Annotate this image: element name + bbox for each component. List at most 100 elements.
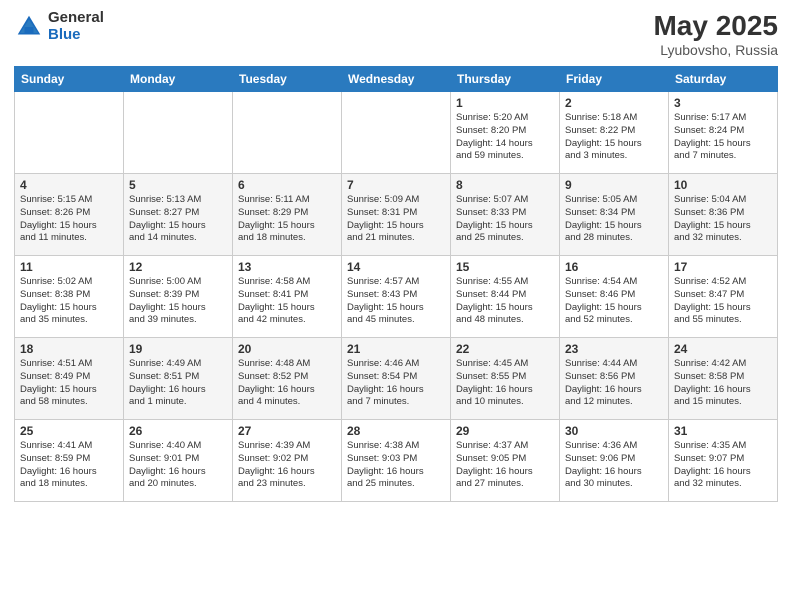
day-number: 11 (20, 260, 118, 274)
calendar-cell: 16 Sunrise: 4:54 AMSunset: 8:46 PMDayligh… (560, 256, 669, 338)
day-info: Sunrise: 5:11 AMSunset: 8:29 PMDaylight:… (238, 194, 336, 245)
day-number: 29 (456, 424, 554, 438)
day-info: Sunrise: 5:07 AMSunset: 8:33 PMDaylight:… (456, 194, 554, 245)
header: General Blue May 2025 Lyubovsho, Russia (14, 10, 778, 58)
day-info: Sunrise: 4:51 AMSunset: 8:49 PMDaylight:… (20, 358, 118, 409)
col-thursday: Thursday (451, 67, 560, 92)
day-number: 4 (20, 178, 118, 192)
page: General Blue May 2025 Lyubovsho, Russia … (0, 0, 792, 612)
day-info: Sunrise: 4:35 AMSunset: 9:07 PMDaylight:… (674, 440, 772, 491)
calendar-cell: 12Sunrise: 5:00 AMSunset: 8:39 PMDayligh… (124, 256, 233, 338)
calendar-week-row-1: 1Sunrise: 5:20 AMSunset: 8:20 PMDaylight… (15, 92, 778, 174)
calendar-cell: 17 Sunrise: 4:52 AMSunset: 8:47 PMDayligh… (669, 256, 778, 338)
calendar-cell (124, 92, 233, 174)
day-number: 9 (565, 178, 663, 192)
day-number: 10 (674, 178, 772, 192)
calendar-cell (15, 92, 124, 174)
calendar-cell: 10 Sunrise: 5:04 AMSunset: 8:36 PMDayligh… (669, 174, 778, 256)
day-number: 16 (565, 260, 663, 274)
day-info: Sunrise: 4:55 AMSunset: 8:44 PMDaylight:… (456, 276, 554, 327)
col-tuesday: Tuesday (233, 67, 342, 92)
col-sunday: Sunday (15, 67, 124, 92)
calendar-week-row-3: 11 Sunrise: 5:02 AMSunset: 8:38 PMDayligh… (15, 256, 778, 338)
day-number: 14 (347, 260, 445, 274)
col-monday: Monday (124, 67, 233, 92)
day-number: 20 (238, 342, 336, 356)
calendar-cell: 8 Sunrise: 5:07 AMSunset: 8:33 PMDaylight… (451, 174, 560, 256)
calendar-cell: 28 Sunrise: 4:38 AMSunset: 9:03 PMDayligh… (342, 420, 451, 502)
calendar-cell: 2Sunrise: 5:18 AMSunset: 8:22 PMDaylight… (560, 92, 669, 174)
calendar-cell: 21 Sunrise: 4:46 AMSunset: 8:54 PMDayligh… (342, 338, 451, 420)
day-number: 3 (674, 96, 772, 110)
day-info: Sunrise: 5:04 AMSunset: 8:36 PMDaylight:… (674, 194, 772, 245)
calendar-cell: 27 Sunrise: 4:39 AMSunset: 9:02 PMDayligh… (233, 420, 342, 502)
day-number: 5 (129, 178, 227, 192)
day-number: 25 (20, 424, 118, 438)
calendar-cell: 1Sunrise: 5:20 AMSunset: 8:20 PMDaylight… (451, 92, 560, 174)
day-info: Sunrise: 4:36 AMSunset: 9:06 PMDaylight:… (565, 440, 663, 491)
day-number: 13 (238, 260, 336, 274)
day-info: Sunrise: 4:41 AMSunset: 8:59 PMDaylight:… (20, 440, 118, 491)
calendar-cell: 18 Sunrise: 4:51 AMSunset: 8:49 PMDayligh… (15, 338, 124, 420)
calendar-cell: 6 Sunrise: 5:11 AMSunset: 8:29 PMDaylight… (233, 174, 342, 256)
day-info: Sunrise: 4:46 AMSunset: 8:54 PMDaylight:… (347, 358, 445, 409)
calendar-cell: 7 Sunrise: 5:09 AMSunset: 8:31 PMDaylight… (342, 174, 451, 256)
day-number: 26 (129, 424, 227, 438)
day-info: Sunrise: 4:38 AMSunset: 9:03 PMDaylight:… (347, 440, 445, 491)
day-number: 27 (238, 424, 336, 438)
logo: General Blue (14, 10, 104, 43)
day-info: Sunrise: 4:48 AMSunset: 8:52 PMDaylight:… (238, 358, 336, 409)
day-info: Sunrise: 4:54 AMSunset: 8:46 PMDaylight:… (565, 276, 663, 327)
day-number: 6 (238, 178, 336, 192)
day-info: Sunrise: 5:15 AMSunset: 8:26 PMDaylight:… (20, 194, 118, 245)
calendar-cell: 29 Sunrise: 4:37 AMSunset: 9:05 PMDayligh… (451, 420, 560, 502)
calendar-cell: 9 Sunrise: 5:05 AMSunset: 8:34 PMDaylight… (560, 174, 669, 256)
day-number: 18 (20, 342, 118, 356)
day-number: 31 (674, 424, 772, 438)
calendar-cell: 13 Sunrise: 4:58 AMSunset: 8:41 PMDayligh… (233, 256, 342, 338)
calendar-cell: 19 Sunrise: 4:49 AMSunset: 8:51 PMDayligh… (124, 338, 233, 420)
day-info: Sunrise: 4:39 AMSunset: 9:02 PMDaylight:… (238, 440, 336, 491)
calendar-cell: 30 Sunrise: 4:36 AMSunset: 9:06 PMDayligh… (560, 420, 669, 502)
day-number: 23 (565, 342, 663, 356)
day-number: 8 (456, 178, 554, 192)
day-info: Sunrise: 4:52 AMSunset: 8:47 PMDaylight:… (674, 276, 772, 327)
day-info: Sunrise: 4:49 AMSunset: 8:51 PMDaylight:… (129, 358, 227, 409)
day-info: Sunrise: 5:18 AMSunset: 8:22 PMDaylight:… (565, 112, 663, 163)
day-number: 21 (347, 342, 445, 356)
calendar-cell (233, 92, 342, 174)
calendar-cell: 15 Sunrise: 4:55 AMSunset: 8:44 PMDayligh… (451, 256, 560, 338)
day-number: 24 (674, 342, 772, 356)
day-info: Sunrise: 5:02 AMSunset: 8:38 PMDaylight:… (20, 276, 118, 327)
day-info: Sunrise: 4:44 AMSunset: 8:56 PMDaylight:… (565, 358, 663, 409)
calendar-cell: 5 Sunrise: 5:13 AMSunset: 8:27 PMDaylight… (124, 174, 233, 256)
day-number: 17 (674, 260, 772, 274)
day-info: Sunrise: 5:13 AMSunset: 8:27 PMDaylight:… (129, 194, 227, 245)
day-number: 1 (456, 96, 554, 110)
col-friday: Friday (560, 67, 669, 92)
day-info: Sunrise: 4:37 AMSunset: 9:05 PMDaylight:… (456, 440, 554, 491)
calendar-week-row-4: 18 Sunrise: 4:51 AMSunset: 8:49 PMDayligh… (15, 338, 778, 420)
day-info: Sunrise: 4:58 AMSunset: 8:41 PMDaylight:… (238, 276, 336, 327)
logo-blue: Blue (48, 27, 104, 44)
calendar-cell: 26Sunrise: 4:40 AMSunset: 9:01 PMDayligh… (124, 420, 233, 502)
calendar-week-row-5: 25 Sunrise: 4:41 AMSunset: 8:59 PMDayligh… (15, 420, 778, 502)
day-info: Sunrise: 5:05 AMSunset: 8:34 PMDaylight:… (565, 194, 663, 245)
day-info: Sunrise: 4:42 AMSunset: 8:58 PMDaylight:… (674, 358, 772, 409)
col-wednesday: Wednesday (342, 67, 451, 92)
calendar-cell: 22Sunrise: 4:45 AMSunset: 8:55 PMDayligh… (451, 338, 560, 420)
calendar-cell: 20 Sunrise: 4:48 AMSunset: 8:52 PMDayligh… (233, 338, 342, 420)
day-info: Sunrise: 5:00 AMSunset: 8:39 PMDaylight:… (129, 276, 227, 327)
title-month: May 2025 (653, 10, 778, 42)
day-info: Sunrise: 5:17 AMSunset: 8:24 PMDaylight:… (674, 112, 772, 163)
title-block: May 2025 Lyubovsho, Russia (653, 10, 778, 58)
day-info: Sunrise: 4:45 AMSunset: 8:55 PMDaylight:… (456, 358, 554, 409)
day-number: 15 (456, 260, 554, 274)
day-number: 7 (347, 178, 445, 192)
day-info: Sunrise: 5:09 AMSunset: 8:31 PMDaylight:… (347, 194, 445, 245)
day-number: 30 (565, 424, 663, 438)
day-number: 28 (347, 424, 445, 438)
title-location: Lyubovsho, Russia (653, 42, 778, 58)
calendar-cell: 11 Sunrise: 5:02 AMSunset: 8:38 PMDayligh… (15, 256, 124, 338)
day-number: 19 (129, 342, 227, 356)
